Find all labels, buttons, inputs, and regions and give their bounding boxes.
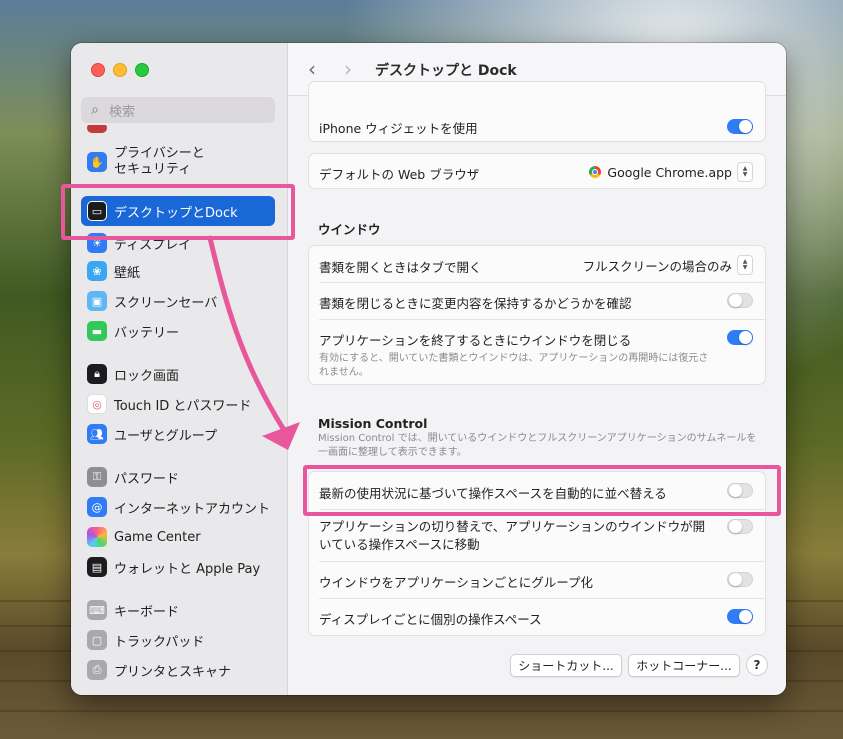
arrow-shaft [207, 235, 287, 433]
annotation-arrow [207, 235, 300, 450]
